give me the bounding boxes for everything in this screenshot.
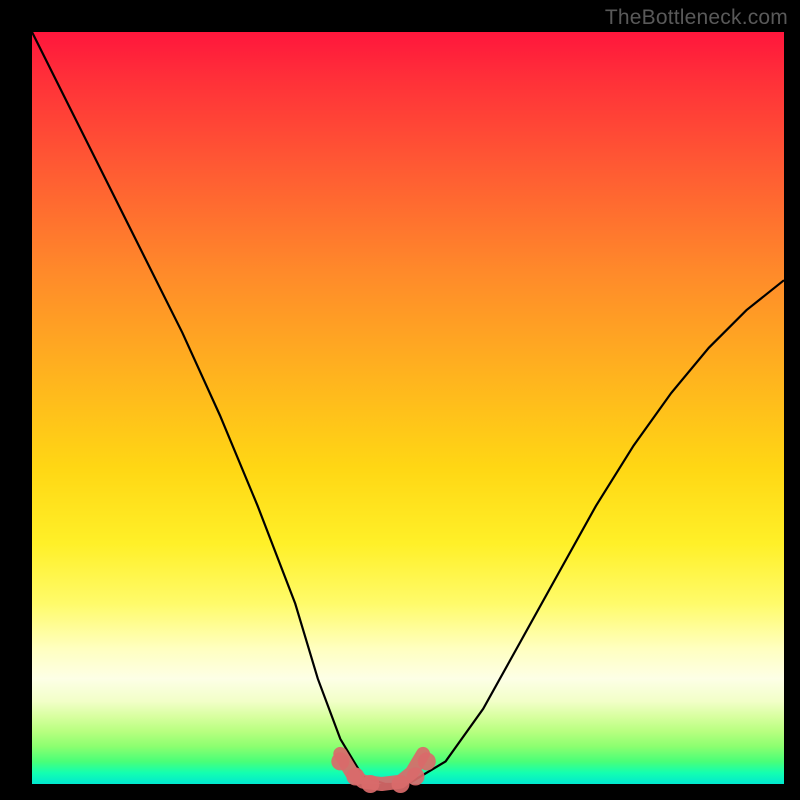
- bottleneck-curve: [32, 32, 784, 784]
- curve-svg: [32, 32, 784, 784]
- flat-segment-marker: [331, 752, 349, 770]
- flat-segment-marker: [418, 752, 436, 770]
- flat-segment-marker: [407, 768, 425, 786]
- watermark-text: TheBottleneck.com: [605, 6, 788, 30]
- chart-frame: TheBottleneck.com: [0, 0, 800, 800]
- plot-area: [32, 32, 784, 784]
- flat-segment-marker: [361, 775, 379, 793]
